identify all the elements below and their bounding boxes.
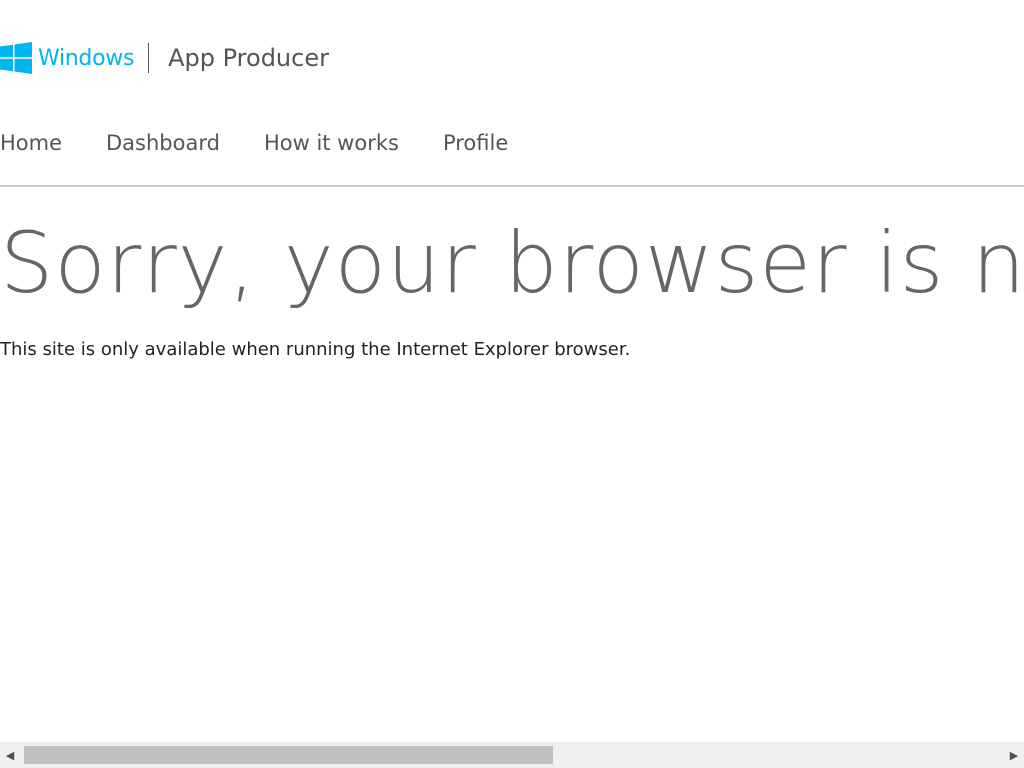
app-title: App Producer [168, 44, 329, 72]
nav-item-profile[interactable]: Profile [443, 128, 508, 158]
horizontal-scrollbar[interactable]: ◀ ▶ [0, 742, 1024, 768]
nav-divider [0, 185, 1024, 187]
page-title: Sorry, your browser is not supported [0, 214, 1024, 312]
scrollbar-thumb[interactable] [24, 746, 553, 764]
windows-logo-link[interactable]: Windows [0, 42, 134, 74]
nav-item-home[interactable]: Home [0, 128, 62, 158]
unsupported-browser-message: This site is only available when running… [0, 339, 631, 360]
windows-brand-text: Windows [38, 45, 135, 71]
main-nav: Home Dashboard How it works Profile [0, 128, 552, 158]
windows-logo-icon [0, 42, 32, 74]
header-divider [148, 43, 150, 73]
scroll-left-arrow-icon[interactable]: ◀ [0, 742, 20, 768]
site-header: Windows App Producer [0, 38, 329, 78]
page: Windows App Producer Home Dashboard How … [0, 0, 1024, 768]
nav-item-how-it-works[interactable]: How it works [264, 128, 399, 158]
scroll-right-arrow-icon[interactable]: ▶ [1004, 742, 1024, 768]
nav-item-dashboard[interactable]: Dashboard [106, 128, 220, 158]
